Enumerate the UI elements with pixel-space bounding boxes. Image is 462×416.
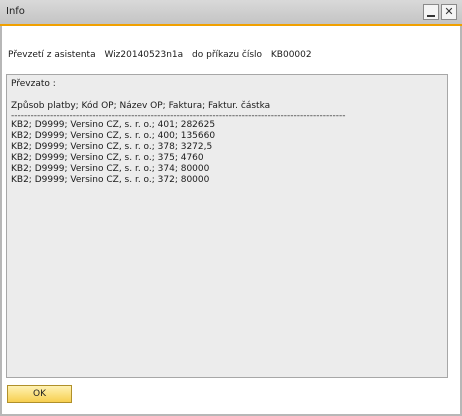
title-bar[interactable]: Info ✕ (0, 0, 462, 26)
message-prefix: Převzetí z asistenta (8, 50, 96, 60)
result-row: KB2; D9999; Versino CZ, s. r. o.; 378; 3… (11, 142, 213, 152)
order-number: KB00002 (270, 50, 312, 60)
info-message: Převzetí z asistenta Wiz20140523n1a do p… (8, 50, 318, 60)
minimize-button[interactable] (423, 4, 439, 20)
minimize-icon (427, 15, 435, 17)
message-middle: do příkazu číslo (192, 50, 263, 60)
result-row: KB2; D9999; Versino CZ, s. r. o.; 401; 2… (11, 120, 216, 130)
result-columns: Způsob platby; Kód OP; Název OP; Faktura… (11, 101, 271, 111)
close-button[interactable]: ✕ (441, 4, 457, 20)
window-border-left (0, 26, 2, 416)
window-title: Info (6, 6, 25, 17)
result-row: KB2; D9999; Versino CZ, s. r. o.; 374; 8… (11, 164, 210, 174)
result-row: KB2; D9999; Versino CZ, s. r. o.; 372; 8… (11, 175, 210, 185)
result-row: KB2; D9999; Versino CZ, s. r. o.; 400; 1… (11, 131, 216, 141)
result-spacer (11, 90, 443, 101)
result-separator: ----------------------------------------… (11, 112, 346, 120)
result-textbox[interactable]: Převzato : Způsob platby; Kód OP; Název … (6, 74, 448, 378)
result-row: KB2; D9999; Versino CZ, s. r. o.; 375; 4… (11, 153, 204, 163)
wizard-name: Wiz20140523n1a (104, 50, 184, 60)
close-icon: ✕ (444, 5, 454, 18)
result-heading: Převzato : (11, 79, 56, 89)
ok-button[interactable]: OK (7, 385, 72, 403)
